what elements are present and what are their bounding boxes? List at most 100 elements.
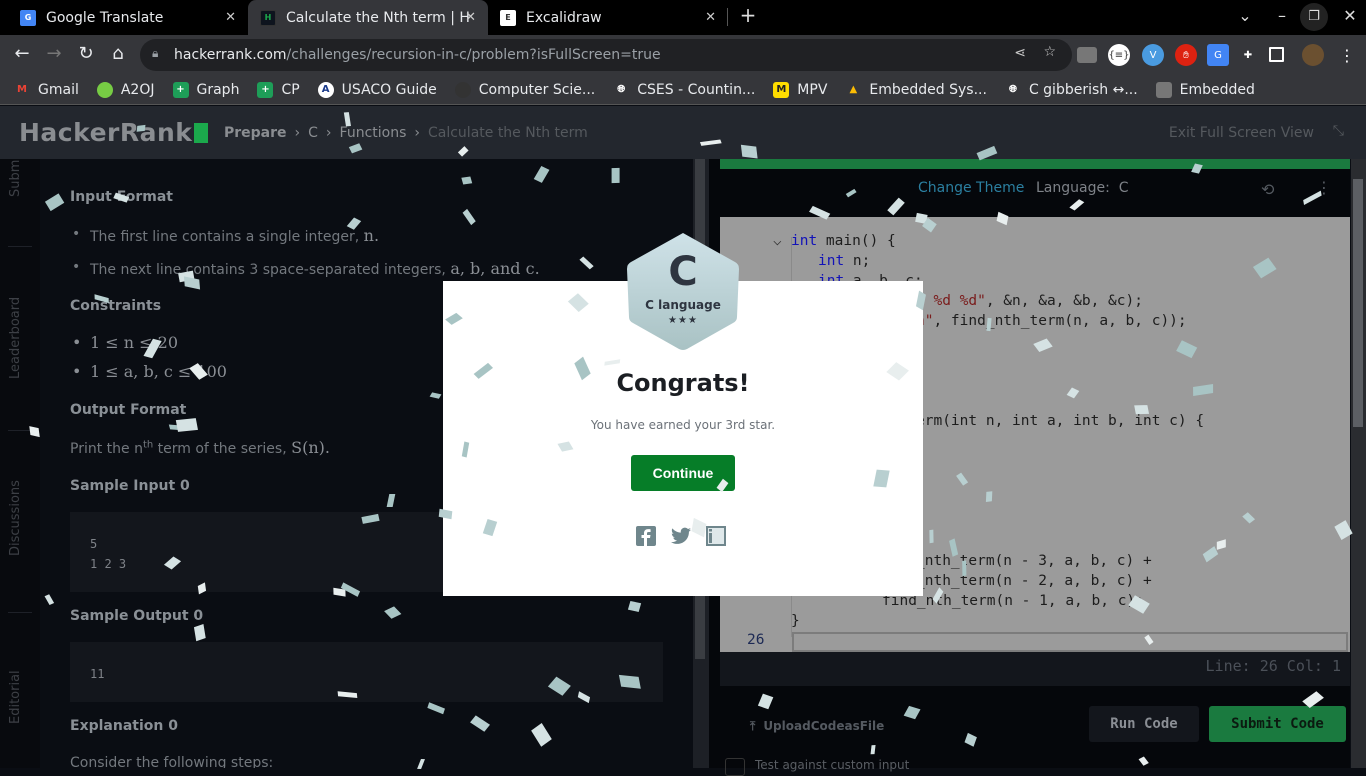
side-panel-icon[interactable]	[1269, 47, 1284, 62]
continue-button[interactable]: Continue	[631, 455, 735, 491]
bookmark-graph[interactable]: + Graph	[172, 81, 240, 98]
tab-title: Google Translate	[46, 9, 164, 26]
language-value: C	[1118, 180, 1129, 196]
linkedin-share-icon[interactable]	[706, 526, 726, 546]
code-line: int main() {	[791, 231, 896, 251]
code-line: }	[791, 613, 800, 629]
side-tab-editorial[interactable]: Editorial	[8, 670, 23, 724]
side-tab-leaderboard[interactable]: Leaderboard	[8, 297, 23, 379]
v-extension-icon[interactable]: V	[1142, 44, 1164, 66]
google-drive-icon: ▲	[849, 84, 858, 95]
globe-icon: 🌐︎	[617, 84, 626, 95]
adblock-extension-icon[interactable]: ✋︎	[1175, 44, 1197, 66]
facebook-share-icon[interactable]	[636, 526, 656, 546]
reset-code-icon[interactable]: ⟲	[1261, 180, 1274, 199]
chevron-right-icon: ›	[325, 125, 332, 141]
bookmark-label: Graph	[196, 81, 240, 98]
problem-side-tabs: Subm Leaderboard Discussions Editorial	[0, 159, 40, 768]
modal-message: You have earned your 3rd star.	[590, 418, 776, 432]
bookmark-gmail[interactable]: M Gmail	[14, 82, 79, 98]
hackerrank-logo[interactable]: HackerRank	[19, 118, 209, 147]
divider	[8, 430, 32, 431]
close-window-icon[interactable]: ✕	[1336, 6, 1364, 30]
upload-code-button[interactable]: ⤒ UploadCodeasFile	[750, 719, 884, 734]
bookmark-a2oj[interactable]: A2OJ	[96, 81, 155, 98]
close-tab-icon[interactable]: ✕	[465, 10, 476, 25]
github-icon	[454, 81, 471, 98]
more-options-icon[interactable]: ⋮	[1316, 178, 1332, 197]
new-tab-icon[interactable]: +	[734, 3, 762, 27]
side-tab-submissions[interactable]: Subm	[8, 160, 23, 197]
sample-output-heading: Sample Output 0	[70, 608, 204, 624]
collapse-icon[interactable]: ⤡	[1333, 123, 1344, 139]
browser-tab-strip: G Google Translate ✕ H Calculate the Nth…	[0, 0, 1366, 35]
home-icon[interactable]: ⌂	[106, 43, 130, 64]
checkbox[interactable]	[725, 758, 745, 776]
breadcrumb-c[interactable]: C	[308, 125, 318, 141]
custom-input-checkbox[interactable]: Test against custom input	[725, 758, 909, 776]
text: Print the n	[70, 441, 143, 457]
code-line: _nth_term(n - 3, a, b, c) +	[916, 553, 1152, 569]
minimize-icon[interactable]: –	[1268, 6, 1296, 30]
superscript: th	[142, 439, 154, 451]
reload-icon[interactable]: ↻	[74, 43, 98, 64]
scrollbar-thumb[interactable]	[1353, 179, 1363, 427]
gmail-icon: M	[17, 84, 27, 95]
breadcrumb-prepare[interactable]: Prepare	[224, 125, 287, 141]
run-code-button[interactable]: Run Code	[1089, 706, 1199, 742]
hackerrank-header: HackerRank Prepare › C › Functions › Calcul…	[0, 106, 1366, 159]
google-translate-extension-icon[interactable]: G	[1207, 44, 1229, 66]
tab-title: Calculate the Nth term | H	[286, 9, 470, 26]
bookmark-computer-science[interactable]: Computer Scie...	[454, 81, 595, 98]
share-icon[interactable]: ⋖	[1014, 45, 1026, 61]
sample-input-heading: Sample Input 0	[70, 478, 190, 494]
text: term of the series,	[153, 441, 292, 457]
twitter-share-icon[interactable]	[671, 526, 691, 546]
tab-excalidraw[interactable]: E Excalidraw ✕	[488, 0, 728, 35]
side-tab-discussions[interactable]: Discussions	[8, 480, 23, 556]
submit-code-button[interactable]: Submit Code	[1209, 706, 1346, 742]
close-tab-icon[interactable]: ✕	[225, 10, 236, 25]
page-scrollbar[interactable]	[1351, 159, 1366, 768]
forward-icon[interactable]: →	[42, 43, 66, 64]
cursor-position: Line: 26 Col: 1	[1205, 657, 1341, 675]
exit-full-screen-link[interactable]: Exit Full Screen View	[1169, 125, 1314, 141]
math: S(n).	[291, 438, 330, 457]
code-line: n", find_nth_term(n, a, b, c));	[916, 311, 1187, 331]
hackerrank-favicon-icon: H	[260, 9, 276, 26]
bookmark-mpv[interactable]: M MPV	[773, 81, 827, 98]
output-format-text: Print the nth term of the series, S(n).	[70, 438, 330, 457]
close-tab-icon[interactable]: ✕	[705, 10, 716, 25]
breadcrumb-functions[interactable]: Functions	[340, 125, 407, 141]
tab-search-chevron-icon[interactable]: ⌄	[1231, 6, 1259, 30]
tab-title: Excalidraw	[526, 9, 602, 26]
bookmark-label: Embedded Sys...	[869, 81, 987, 98]
extensions-puzzle-icon[interactable]: ✚	[1237, 44, 1259, 66]
browser-menu-icon[interactable]: ⋮	[1336, 44, 1358, 66]
camera-extension-icon[interactable]	[1077, 47, 1097, 63]
sample-output-box: 11	[70, 642, 663, 702]
tab-google-translate[interactable]: G Google Translate ✕	[8, 0, 248, 35]
back-icon[interactable]: ←	[10, 43, 34, 64]
bookmark-usaco-guide[interactable]: A USACO Guide	[317, 81, 437, 98]
output-format-heading: Output Format	[70, 402, 187, 418]
change-theme-link[interactable]: Change Theme	[918, 180, 1024, 196]
profile-avatar[interactable]	[1302, 44, 1324, 66]
input-line-1: The first line contains a single integer…	[72, 226, 379, 245]
bookmark-cp[interactable]: + CP	[257, 81, 300, 98]
language-select[interactable]: Language: C	[1036, 180, 1129, 196]
restore-icon[interactable]: ❐	[1300, 3, 1328, 31]
url-path: /challenges/recursion-in-c/problem?isFul…	[286, 47, 661, 63]
fold-chevron-icon[interactable]: ⌵	[773, 231, 782, 251]
tab-calculate-nth-term[interactable]: H Calculate the Nth term | H ✕	[248, 0, 488, 35]
code: , find_nth_term(n, a, b, c));	[933, 313, 1187, 329]
bookmark-cses[interactable]: 🌐︎ CSES - Countin...	[613, 82, 755, 98]
bookmark-c-gibberish[interactable]: 🌐︎ C gibberish ↔...	[1005, 82, 1138, 98]
bookmark-embedded-sys[interactable]: ▲ Embedded Sys...	[845, 82, 987, 98]
input-format-heading: Input Format	[70, 189, 173, 205]
code: main() {	[817, 233, 896, 249]
address-bar[interactable]: 🔒︎ hackerrank.com/challenges/recursion-i…	[140, 39, 1072, 71]
bookmark-star-icon[interactable]: ☆	[1043, 44, 1056, 60]
json-extension-icon[interactable]: {≡}	[1108, 44, 1130, 66]
bookmark-embedded[interactable]: Embedded	[1155, 81, 1255, 98]
